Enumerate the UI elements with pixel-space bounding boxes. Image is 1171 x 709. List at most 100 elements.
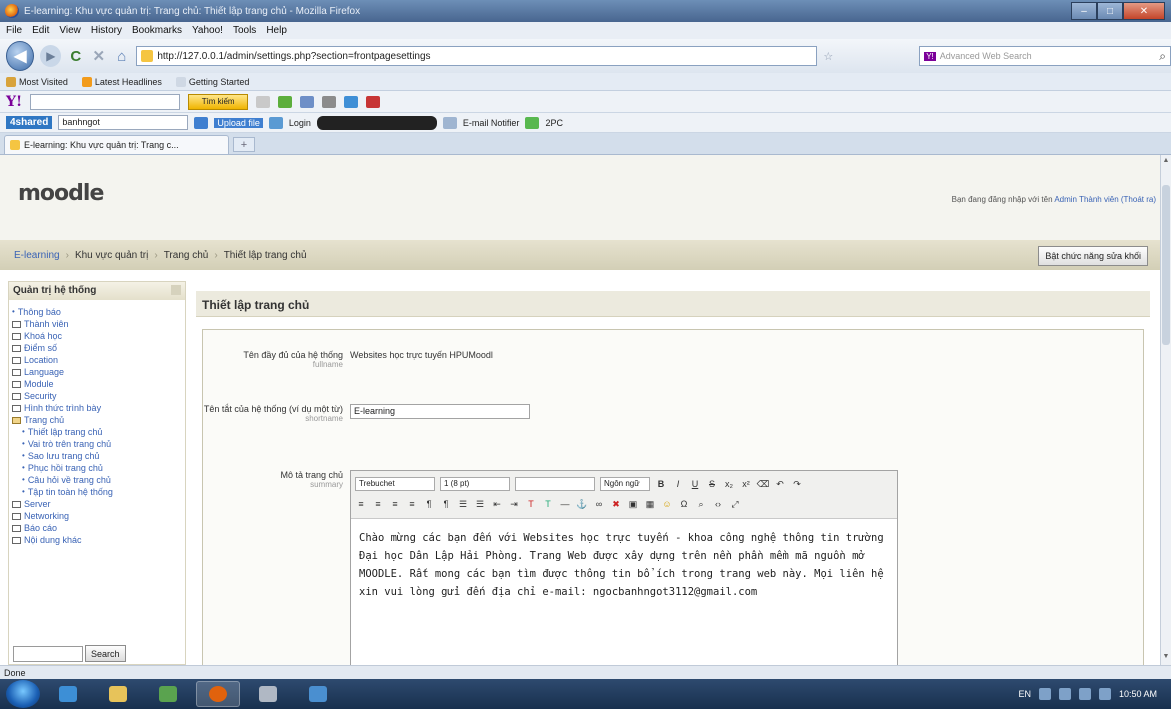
bookmark-star-icon[interactable]: ☆	[823, 50, 837, 63]
toolbar-icon[interactable]	[194, 116, 209, 129]
link-icon[interactable]: ∞	[593, 498, 605, 510]
4shared-logo[interactable]: 4shared	[6, 116, 53, 129]
scroll-up-icon[interactable]: ▲	[1162, 157, 1170, 167]
taskbar-firefox[interactable]	[196, 681, 240, 707]
sidebar-item[interactable]: Nội dung khác	[12, 534, 185, 546]
sidebar-item[interactable]: Hình thức trình bày	[12, 402, 185, 414]
sidebar-search-button[interactable]: Search	[85, 645, 126, 662]
fullscreen-icon[interactable]: ⤢	[729, 498, 741, 510]
menu-edit[interactable]: Edit	[32, 25, 49, 36]
menu-file[interactable]: File	[6, 25, 22, 36]
ordered-list-icon[interactable]: ☰	[457, 498, 469, 510]
menu-help[interactable]: Help	[266, 25, 287, 36]
menu-history[interactable]: History	[91, 25, 122, 36]
special-char-icon[interactable]: Ω	[678, 498, 690, 510]
login-button[interactable]: Login	[289, 118, 311, 128]
sidebar-item[interactable]: Thành viên	[12, 318, 185, 330]
taskbar-ie[interactable]	[46, 681, 90, 707]
ltr-icon[interactable]: ¶	[423, 498, 435, 510]
search-icon[interactable]: ⌕	[1159, 49, 1166, 64]
4shared-input[interactable]: banhngot	[58, 115, 189, 130]
forward-arrow-icon[interactable]: ▶	[40, 45, 62, 67]
html-source-icon[interactable]: ‹›	[712, 498, 724, 510]
horizontal-rule-icon[interactable]: —	[559, 498, 571, 510]
sidebar-item[interactable]: • Câu hỏi về trang chủ	[12, 474, 185, 486]
language-select[interactable]: Ngôn ngữ	[600, 477, 650, 491]
media-player[interactable]	[316, 115, 437, 130]
email-notifier-button[interactable]: E-mail Notifier	[463, 118, 520, 128]
taskbar-media[interactable]	[146, 681, 190, 707]
italic-icon[interactable]: I	[672, 478, 684, 490]
sidebar-item[interactable]: Location	[12, 354, 185, 366]
bookmark-most-visited[interactable]: Most Visited	[6, 76, 68, 87]
size-select[interactable]: 1 (8 pt)	[440, 477, 510, 491]
bookmark-latest-headlines[interactable]: Latest Headlines	[81, 76, 162, 87]
anchor-icon[interactable]: ⚓	[576, 498, 588, 510]
style-select[interactable]	[515, 477, 595, 491]
sidebar-item[interactable]: Điểm số	[12, 342, 185, 354]
sidebar-item[interactable]: Networking	[12, 510, 185, 522]
yahoo-logo[interactable]: Y!	[6, 94, 22, 110]
yahoo-search-input[interactable]	[30, 93, 181, 110]
menu-view[interactable]: View	[59, 25, 81, 36]
start-button[interactable]	[6, 680, 40, 708]
menu-yahoo[interactable]: Yahoo!	[192, 25, 223, 36]
menu-bookmarks[interactable]: Bookmarks	[132, 25, 182, 36]
toolbar-icon[interactable]	[344, 95, 359, 108]
scroll-thumb[interactable]	[1162, 185, 1170, 345]
scroll-down-icon[interactable]: ▼	[1162, 653, 1170, 663]
language-indicator[interactable]: EN	[1018, 689, 1031, 699]
sidebar-item[interactable]: • Thiết lập trang chủ	[12, 426, 185, 438]
indent-icon[interactable]: ⇥	[508, 498, 520, 510]
font-select[interactable]: Trebuchet	[355, 477, 435, 491]
menu-tools[interactable]: Tools	[233, 25, 256, 36]
vertical-scrollbar[interactable]: ▲ ▼	[1160, 155, 1171, 665]
new-tab-button[interactable]: +	[233, 137, 255, 152]
clock[interactable]: 10:50 AM	[1119, 689, 1157, 699]
reload-icon[interactable]: C	[67, 47, 84, 65]
sidebar-item[interactable]: Khoá học	[12, 330, 185, 342]
user-link[interactable]: Admin Thành viên (Thoát ra)	[1054, 195, 1156, 204]
sidebar-item[interactable]: • Sao lưu trang chủ	[12, 450, 185, 462]
sidebar-item[interactable]: Security	[12, 390, 185, 402]
editor-content[interactable]: Chào mừng các bạn đến với Websites học t…	[351, 519, 897, 611]
unlink-icon[interactable]: ✖	[610, 498, 622, 510]
unordered-list-icon[interactable]: ☰	[474, 498, 486, 510]
rtl-icon[interactable]: ¶	[440, 498, 452, 510]
sidebar-item[interactable]: Module	[12, 378, 185, 390]
toolbar-icon[interactable]	[442, 116, 457, 129]
flag-icon[interactable]	[1058, 688, 1071, 700]
volume-icon[interactable]	[1098, 688, 1111, 700]
shortname-input[interactable]: E-learning	[350, 404, 530, 419]
toolbar-icon[interactable]	[278, 95, 293, 108]
strikethrough-icon[interactable]: S	[706, 478, 718, 490]
redo-icon[interactable]: ↷	[791, 478, 803, 490]
clean-icon[interactable]: ⌫	[757, 478, 770, 490]
align-center-icon[interactable]: ≡	[372, 498, 384, 510]
close-button[interactable]: ✕	[1123, 2, 1165, 20]
back-arrow-icon[interactable]: ◀	[6, 41, 35, 71]
smiley-icon[interactable]: ☺	[661, 498, 673, 510]
taskbar-app[interactable]	[246, 681, 290, 707]
yahoo-search-button[interactable]: Tìm kiếm	[188, 93, 249, 110]
breadcrumb-elearning[interactable]: E-learning	[14, 250, 60, 261]
sidebar-item[interactable]: • Phục hồi trang chủ	[12, 462, 185, 474]
address-bar[interactable]: http://127.0.0.1/admin/settings.php?sect…	[136, 46, 818, 66]
breadcrumb-admin[interactable]: Khu vực quản trị	[75, 250, 148, 261]
sidebar-item[interactable]: • Vai trò trên trang chủ	[12, 438, 185, 450]
sidebar-item[interactable]: Server	[12, 498, 185, 510]
sidebar-item[interactable]: Báo cáo	[12, 522, 185, 534]
keyboard-icon[interactable]	[1038, 688, 1051, 700]
network-icon[interactable]	[1078, 688, 1091, 700]
toolbar-icon[interactable]	[366, 95, 381, 108]
align-right-icon[interactable]: ≡	[389, 498, 401, 510]
toolbar-icon[interactable]	[300, 95, 315, 108]
taskbar-explorer[interactable]	[96, 681, 140, 707]
collapse-icon[interactable]	[171, 285, 181, 295]
underline-icon[interactable]: U	[689, 478, 701, 490]
bookmark-getting-started[interactable]: Getting Started	[175, 76, 249, 87]
sidebar-search-input[interactable]	[13, 645, 83, 662]
sidebar-item[interactable]: • Tập tin toàn hệ thống	[12, 486, 185, 498]
home-icon[interactable]: ⌂	[113, 47, 130, 65]
justify-icon[interactable]: ≡	[406, 498, 418, 510]
